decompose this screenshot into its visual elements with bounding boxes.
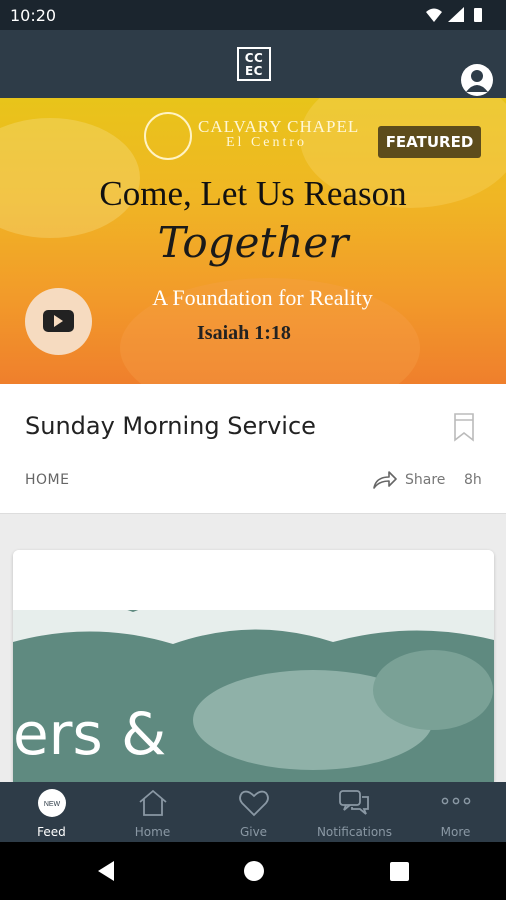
- bookmark-icon[interactable]: [452, 412, 476, 442]
- user-avatar-icon: [466, 70, 488, 92]
- scripture-reference: Isaiah 1:18: [197, 322, 291, 344]
- next-feed-card[interactable]: ers &: [13, 550, 494, 782]
- youtube-play-icon: [43, 310, 74, 332]
- app-logo[interactable]: CC EC: [237, 47, 271, 81]
- sermon-title: Come, Let Us Reason: [99, 174, 407, 213]
- tab-more[interactable]: More: [405, 782, 506, 842]
- feed-item-category[interactable]: HOME: [25, 472, 69, 488]
- heart-icon: [238, 790, 269, 817]
- tab-label: Give: [239, 825, 268, 839]
- church-emblem: [144, 112, 192, 160]
- tab-feed[interactable]: NEW Feed: [1, 782, 102, 842]
- chat-bubbles-icon: [338, 790, 369, 815]
- featured-badge: FEATURED: [378, 126, 481, 158]
- status-icons: [426, 7, 482, 22]
- tab-label: Feed: [37, 825, 66, 839]
- tab-give[interactable]: Give: [203, 782, 304, 842]
- tab-label: Home: [134, 825, 171, 839]
- share-arrow-icon: [373, 471, 397, 489]
- new-badge-icon: NEW: [37, 789, 66, 817]
- tab-label: Notifications: [316, 825, 393, 839]
- app-bar: CC EC: [0, 30, 506, 98]
- card-partial-text: ers &: [13, 700, 167, 768]
- feed-badge-text: NEW: [43, 801, 60, 808]
- feed-item-title: Sunday Morning Service: [25, 412, 316, 440]
- status-bar: 10:20: [0, 0, 506, 30]
- back-icon[interactable]: [96, 860, 116, 882]
- play-video-button[interactable]: [25, 288, 92, 355]
- battery-icon: [474, 8, 482, 22]
- tab-label: More: [440, 825, 471, 839]
- feed-item-card[interactable]: Sunday Morning Service HOME Share 8h: [0, 384, 506, 514]
- church-location: El Centro: [226, 135, 308, 150]
- signal-icon: [448, 7, 464, 22]
- home-nav-icon[interactable]: [244, 861, 264, 881]
- feed-item-time: 8h: [464, 472, 482, 488]
- tab-home[interactable]: Home: [102, 782, 203, 842]
- profile-button[interactable]: [461, 64, 493, 96]
- share-label: Share: [405, 472, 446, 488]
- wifi-icon: [426, 8, 442, 22]
- more-dots-icon: [441, 797, 470, 805]
- bottom-tab-bar: NEW Feed Home Give Notifications More: [0, 782, 506, 842]
- logo-line2: EC: [244, 64, 263, 78]
- home-icon: [138, 789, 167, 816]
- status-time: 10:20: [10, 6, 57, 25]
- tab-notifications[interactable]: Notifications: [304, 782, 405, 842]
- recents-icon[interactable]: [390, 862, 409, 881]
- system-nav-bar: [0, 842, 506, 900]
- sermon-script-title: Together: [157, 218, 349, 267]
- church-name: CALVARY CHAPEL: [198, 117, 360, 136]
